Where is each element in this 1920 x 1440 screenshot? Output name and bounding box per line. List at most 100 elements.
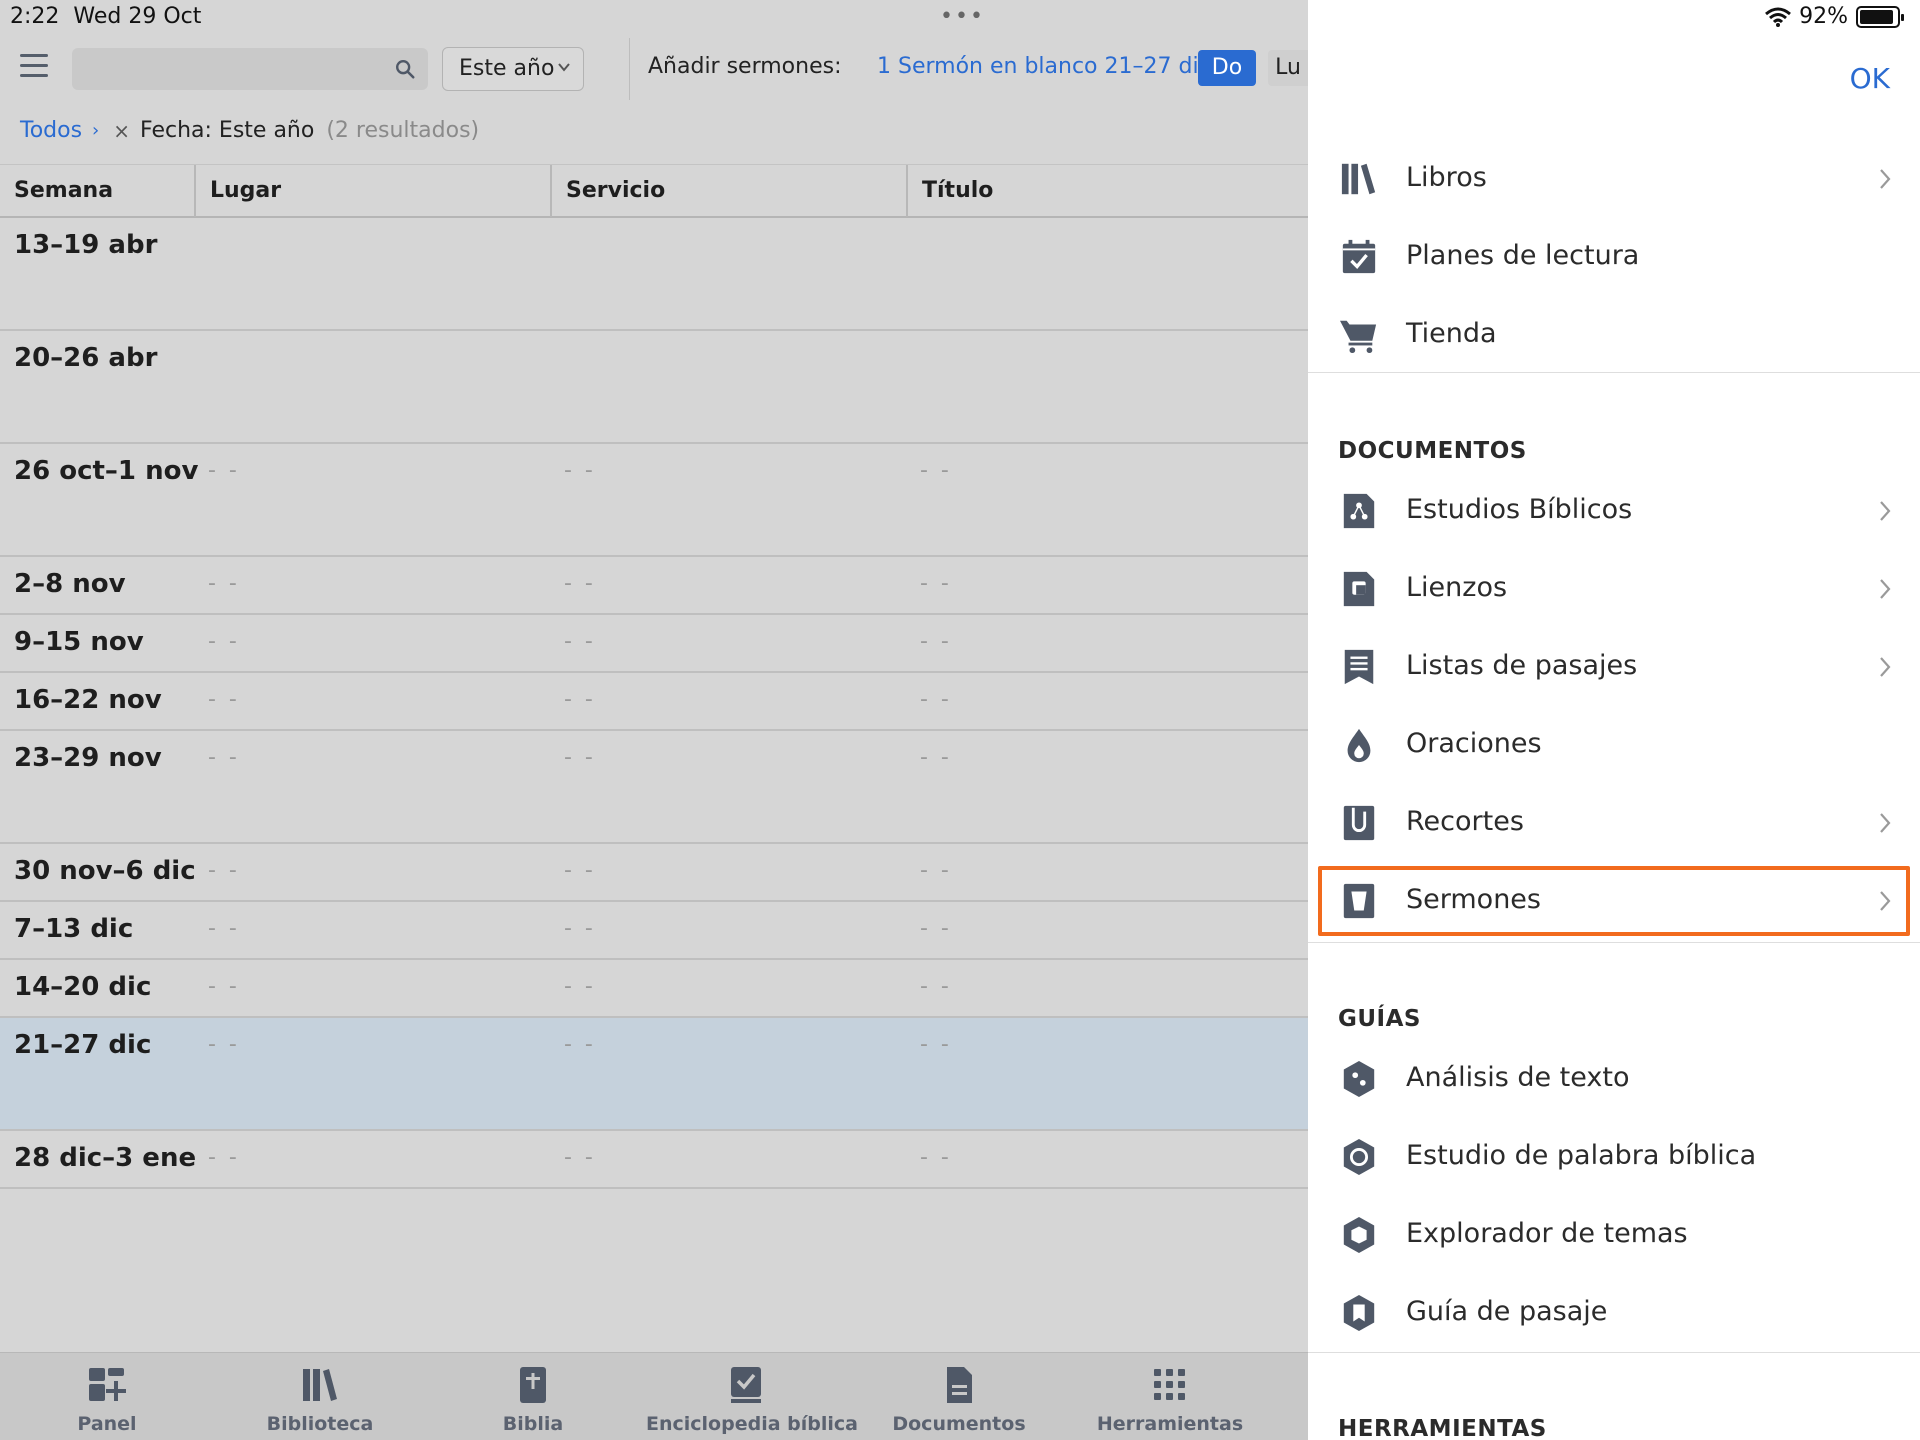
title-cell[interactable]: - - [920, 916, 952, 941]
week-cell: 20–26 abr [14, 343, 158, 373]
section-title-documents: DOCUMENTOS [1338, 438, 1527, 464]
day-sunday-button[interactable]: Do [1198, 50, 1256, 86]
tab-encyclopedia[interactable]: Enciclopedia bíblica [646, 1365, 858, 1435]
date-filter-select[interactable]: Este año [442, 47, 584, 91]
title-cell[interactable]: - - [920, 974, 952, 999]
tab-bar: Panel Biblioteca Biblia Enciclopedia bíb… [0, 1352, 1308, 1440]
title-cell[interactable]: - - [920, 629, 952, 654]
menu-item-planes-de-lectura[interactable]: Planes de lectura [1308, 218, 1920, 296]
tab-documents[interactable]: Documentos [859, 1365, 1059, 1435]
table-row[interactable]: 2–8 nov - - - - - - [0, 557, 1308, 615]
table-row[interactable]: 21–27 dic - - - - - - [0, 1018, 1308, 1131]
week-cell: 14–20 dic [14, 972, 152, 1002]
result-count: (2 resultados) [326, 118, 480, 143]
blank-sermon-link[interactable]: 1 Sermón en blanco 21–27 dic [877, 54, 1211, 79]
title-cell[interactable]: - - [920, 571, 952, 596]
menu-icon[interactable] [20, 54, 48, 78]
menu-item-libros[interactable]: Libros [1308, 140, 1920, 218]
day-monday-button[interactable]: Lu [1268, 50, 1308, 86]
search-icon[interactable] [394, 58, 416, 80]
menu-item-recortes[interactable]: Recortes [1308, 784, 1920, 862]
tab-tools[interactable]: Herramientas [1070, 1365, 1270, 1435]
place-cell[interactable]: - - [208, 1145, 240, 1170]
table-row[interactable]: 13–19 abr [0, 218, 1308, 331]
tab-library[interactable]: Biblioteca [220, 1365, 420, 1435]
table-row[interactable]: 28 dic–3 ene - - - - - - [0, 1131, 1308, 1189]
table-header: Semana Lugar Servicio Título [0, 164, 1308, 218]
chevron-right-icon: › [92, 120, 100, 141]
service-cell[interactable]: - - [564, 629, 596, 654]
multitasking-handle[interactable]: ••• [940, 4, 985, 29]
section-divider [1308, 942, 1920, 943]
section-title-tools: HERRAMIENTAS [1338, 1416, 1547, 1440]
menu-item-explorador-de-temas[interactable]: Explorador de temas [1308, 1196, 1920, 1274]
title-cell[interactable]: - - [920, 858, 952, 883]
table-row[interactable]: 7–13 dic - - - - - - [0, 902, 1308, 960]
chevron-down-icon [558, 63, 570, 72]
service-cell[interactable]: - - [564, 745, 596, 770]
breadcrumb-filter: Fecha: Este año [140, 118, 315, 143]
tab-panel[interactable]: Panel [7, 1365, 207, 1435]
title-cell[interactable]: - - [920, 1032, 952, 1057]
title-cell[interactable]: - - [920, 1145, 952, 1170]
title-cell[interactable]: - - [920, 745, 952, 770]
title-cell[interactable]: - - [920, 458, 952, 483]
books-icon [1341, 163, 1376, 195]
table-row[interactable]: 23–29 nov - - - - - - [0, 731, 1308, 844]
menu-item-oraciones[interactable]: Oraciones [1308, 706, 1920, 784]
remove-filter-icon[interactable]: × [113, 119, 130, 143]
add-sermons-label: Añadir sermones: [648, 54, 842, 79]
service-cell[interactable]: - - [564, 1032, 596, 1057]
service-cell[interactable]: - - [564, 687, 596, 712]
place-cell[interactable]: - - [208, 458, 240, 483]
place-cell[interactable]: - - [208, 629, 240, 654]
menu-item-tienda[interactable]: Tienda [1308, 296, 1920, 374]
search-input[interactable] [72, 48, 428, 90]
column-header-place[interactable]: Lugar [196, 165, 552, 217]
menu-item-guia-de-pasaje[interactable]: Guía de pasaje [1308, 1274, 1920, 1352]
menu-item-label: Recortes [1406, 806, 1524, 837]
battery-level [1860, 9, 1894, 24]
service-cell[interactable]: - - [564, 858, 596, 883]
column-header-week[interactable]: Semana [0, 165, 196, 217]
place-cell[interactable]: - - [208, 687, 240, 712]
service-cell[interactable]: - - [564, 916, 596, 941]
grid-icon [1154, 1369, 1185, 1400]
place-cell[interactable]: - - [208, 1032, 240, 1057]
service-cell[interactable]: - - [564, 458, 596, 483]
service-cell[interactable]: - - [564, 571, 596, 596]
ok-button[interactable]: OK [1850, 62, 1890, 95]
table-row[interactable]: 30 nov–6 dic - - - - - - [0, 844, 1308, 902]
table-row[interactable]: 20–26 abr [0, 331, 1308, 444]
table-row[interactable]: 14–20 dic - - - - - - [0, 960, 1308, 1018]
place-cell[interactable]: - - [208, 858, 240, 883]
week-cell: 21–27 dic [14, 1030, 152, 1060]
place-cell[interactable]: - - [208, 916, 240, 941]
table-row[interactable]: 9–15 nov - - - - - - [0, 615, 1308, 673]
place-cell[interactable]: - - [208, 974, 240, 999]
week-cell: 2–8 nov [14, 569, 126, 599]
menu-item-label: Tienda [1406, 318, 1497, 349]
service-cell[interactable]: - - [564, 1145, 596, 1170]
sermon-table-body: 13–19 abr 20–26 abr 26 oct–1 nov - -- -- -2… [0, 218, 1308, 1189]
week-cell: 9–15 nov [14, 627, 144, 657]
table-row[interactable]: 26 oct–1 nov - - - - - - [0, 444, 1308, 557]
text-analysis-icon [1343, 1060, 1375, 1098]
service-cell[interactable]: - - [564, 974, 596, 999]
place-cell[interactable]: - - [208, 745, 240, 770]
title-cell[interactable]: - - [920, 687, 952, 712]
breadcrumb-all[interactable]: Todos [20, 118, 82, 143]
menu-item-analisis-de-texto[interactable]: Análisis de texto [1308, 1040, 1920, 1118]
menu-item-lienzos[interactable]: Lienzos [1308, 550, 1920, 628]
menu-item-estudio-de-palabra[interactable]: Estudio de palabra bíblica [1308, 1118, 1920, 1196]
tab-bible[interactable]: Biblia [433, 1365, 633, 1435]
menu-item-label: Explorador de temas [1406, 1218, 1688, 1249]
menu-item-estudios-biblicos[interactable]: Estudios Bíblicos [1308, 472, 1920, 550]
cart-icon [1340, 320, 1377, 354]
menu-item-listas-de-pasajes[interactable]: Listas de pasajes [1308, 628, 1920, 706]
table-row[interactable]: 16–22 nov - - - - - - [0, 673, 1308, 731]
tab-label: Documentos [892, 1413, 1026, 1435]
column-header-service[interactable]: Servicio [552, 165, 908, 217]
column-header-title[interactable]: Título [908, 165, 1308, 217]
place-cell[interactable]: - - [208, 571, 240, 596]
